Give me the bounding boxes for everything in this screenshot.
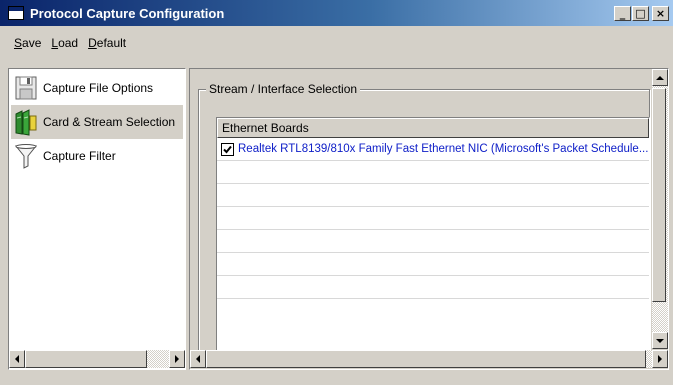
empty-list-row (217, 161, 649, 184)
group-title: Stream / Interface Selection (206, 82, 361, 96)
empty-list-row (217, 184, 649, 207)
list-item[interactable]: Realtek RTL8139/810x Family Fast Etherne… (217, 138, 649, 161)
scroll-left-button[interactable] (9, 350, 25, 368)
board-checkbox[interactable] (221, 142, 234, 156)
app-window-icon (8, 6, 24, 20)
arrow-left-icon (196, 355, 200, 363)
nav-item-capture-filter[interactable]: Capture Filter (11, 139, 183, 173)
empty-list-row (217, 276, 649, 299)
arrow-left-icon (15, 355, 19, 363)
empty-list-row (217, 230, 649, 253)
empty-rows (217, 161, 649, 299)
nav-label-capture-file-options: Capture File Options (43, 81, 154, 95)
funnel-filter-icon (13, 142, 39, 170)
empty-list-row (217, 253, 649, 276)
minimize-button[interactable]: _ (614, 5, 631, 21)
content-scroll-thumb[interactable] (206, 350, 646, 368)
content-scroll-right-button[interactable] (652, 350, 668, 368)
nav-item-card-stream-selection[interactable]: Card & Stream Selection (11, 105, 183, 139)
scroll-thumb[interactable] (25, 350, 147, 368)
maximize-button[interactable]: □ (632, 5, 649, 21)
nav-item-capture-file-options[interactable]: Capture File Options (11, 71, 183, 105)
title-bar[interactable]: Protocol Capture Configuration _ □ × (0, 0, 673, 26)
menu-bar: Save Load Default (0, 26, 673, 60)
arrow-right-icon (175, 355, 179, 363)
empty-list-row (217, 207, 649, 230)
ethernet-boards-list[interactable]: Ethernet Boards Realtek RTL8139/810x Fam… (216, 117, 650, 357)
checkmark-icon (223, 145, 232, 153)
menu-save[interactable]: Save (14, 36, 41, 50)
network-card-icon (13, 108, 39, 136)
content-panel: Stream / Interface Selection Ethernet Bo… (189, 68, 669, 370)
nav-label-capture-filter: Capture Filter (43, 149, 116, 163)
arrow-up-icon (656, 75, 664, 80)
content-scroll-left-button[interactable] (190, 350, 206, 368)
column-header-ethernet-boards[interactable]: Ethernet Boards (217, 118, 649, 138)
window-title: Protocol Capture Configuration (30, 5, 225, 21)
vertical-scroll-thumb[interactable] (652, 88, 666, 302)
content-horizontal-scrollbar[interactable] (190, 350, 668, 368)
arrow-right-icon (658, 355, 662, 363)
scroll-down-button[interactable] (652, 332, 668, 349)
menu-default[interactable]: Default (88, 36, 126, 50)
content-vertical-scrollbar[interactable] (652, 69, 668, 349)
nav-horizontal-scrollbar[interactable] (9, 350, 185, 368)
scroll-right-button[interactable] (169, 350, 185, 368)
vertical-scroll-track[interactable] (652, 86, 668, 332)
close-button[interactable]: × (652, 5, 669, 21)
close-icon: × (655, 6, 666, 20)
options-nav-panel: Capture File Options Card & Stream Selec… (8, 68, 186, 370)
minimize-icon: _ (619, 6, 626, 20)
nav-label-card-stream-selection: Card & Stream Selection (43, 115, 176, 129)
board-name: Realtek RTL8139/810x Family Fast Etherne… (238, 143, 649, 155)
floppy-disk-icon (13, 74, 39, 102)
arrow-down-icon (656, 338, 664, 343)
maximize-icon: □ (635, 6, 646, 20)
scroll-up-button[interactable] (652, 69, 668, 86)
scroll-track[interactable] (147, 350, 169, 368)
menu-load[interactable]: Load (51, 36, 78, 50)
